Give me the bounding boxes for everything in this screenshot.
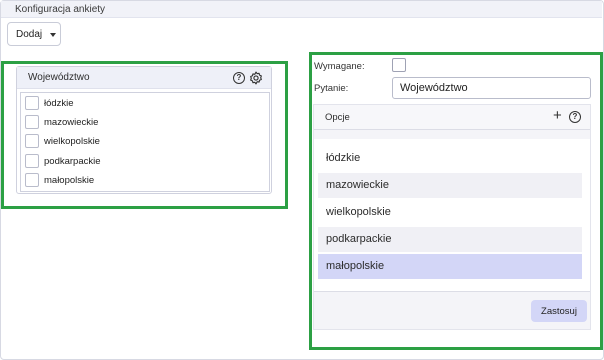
add-dropdown-button[interactable]: Dodaj xyxy=(7,22,61,46)
window-title: Konfiguracja ankiety xyxy=(15,4,106,15)
caret-down-icon xyxy=(50,33,56,37)
window-titlebar: Konfiguracja ankiety xyxy=(1,1,602,18)
add-button-label: Dodaj xyxy=(16,29,43,40)
highlight-frame-preview xyxy=(1,61,288,209)
highlight-frame-editor xyxy=(309,52,603,350)
